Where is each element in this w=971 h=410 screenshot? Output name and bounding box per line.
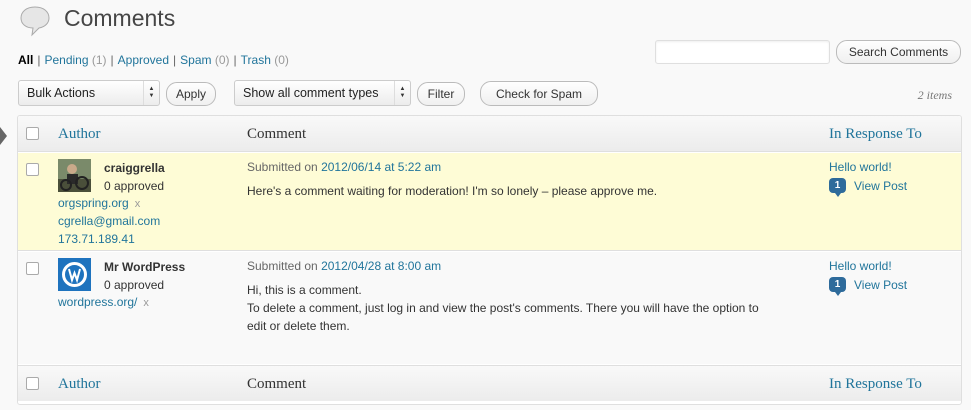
table-footer: Author Comment In Response To (18, 365, 961, 401)
submitted-label: Submitted on (247, 259, 318, 273)
view-post-link[interactable]: View Post (854, 179, 907, 193)
bulk-actions-select[interactable]: Bulk Actions ▲ ▼ (18, 80, 160, 106)
avatar (58, 159, 91, 192)
select-arrows-icon: ▲ ▼ (394, 81, 410, 105)
comment-type-select[interactable]: Show all comment types ▲ ▼ (234, 80, 411, 106)
select-arrows-icon: ▲ ▼ (143, 81, 159, 105)
author-url[interactable]: orgspring.org (58, 196, 129, 210)
select-all-checkbox[interactable] (26, 377, 39, 390)
search-comments-button[interactable]: Search Comments (836, 40, 961, 64)
submitted-label: Submitted on (247, 160, 318, 174)
comment-count-bubble-icon[interactable]: 1 (829, 178, 846, 197)
page-title: Comments (64, 5, 176, 31)
comment-line: To delete a comment, just log in and vie… (247, 301, 759, 315)
comment-row: Mr WordPress 0 approved wordpress.org/x … (18, 252, 961, 364)
apply-button[interactable]: Apply (166, 82, 216, 106)
items-count: 2 items (917, 88, 952, 102)
approved-count: 0 approved (104, 278, 165, 292)
status-approved[interactable]: Approved (118, 53, 169, 67)
comment-date-link[interactable]: 2012/06/14 at 5:22 am (321, 160, 441, 174)
pending-count: (1) (91, 53, 107, 67)
comment-status-filter: All | Pending (1) | Approved | Spam (0) | Trash … (18, 53, 289, 67)
comment-line: Hi, this is a comment. (247, 283, 362, 297)
post-title-link[interactable]: Hello world! (829, 259, 892, 273)
post-title-link[interactable]: Hello world! (829, 160, 892, 174)
row-checkbox[interactable] (26, 163, 39, 176)
filter-button[interactable]: Filter (417, 82, 465, 106)
avatar (58, 258, 91, 291)
spam-count: (0) (214, 53, 230, 67)
comment-text: Here's a comment waiting for moderation!… (247, 182, 657, 200)
submitted-info: Submitted on 2012/04/28 at 8:00 am (247, 259, 441, 273)
comment-row: craiggrella 0 approved orgspring.org x cg… (18, 153, 961, 251)
author-email[interactable]: cgrella@gmail.com (58, 214, 160, 228)
view-post: 1 View Post (829, 178, 907, 197)
table-header: Author Comment In Response To (18, 116, 961, 152)
comments-table: Author Comment In Response To craiggrell… (17, 115, 962, 405)
comment-text: Hi, this is a comment. To delete a comme… (247, 281, 759, 335)
column-comment: Comment (247, 126, 307, 142)
comment-author: craiggrella (104, 161, 165, 175)
check-spam-button[interactable]: Check for Spam (480, 81, 598, 106)
view-post: 1 View Post (829, 277, 907, 296)
comment-line: Here's a comment waiting for moderation!… (247, 184, 658, 198)
comments-icon (18, 4, 52, 41)
bulk-actions-value: Bulk Actions (27, 86, 96, 100)
submitted-info: Submitted on 2012/06/14 at 5:22 am (247, 160, 441, 174)
column-author[interactable]: Author (58, 126, 101, 143)
search-input[interactable] (655, 40, 830, 64)
comment-author: Mr WordPress (104, 260, 186, 274)
column-author[interactable]: Author (58, 376, 101, 393)
author-url[interactable]: wordpress.org/ (58, 295, 137, 309)
approved-count: 0 approved (104, 179, 165, 193)
comment-type-value: Show all comment types (243, 86, 379, 100)
collapse-arrow-icon[interactable] (0, 127, 7, 145)
status-pending[interactable]: Pending (44, 53, 88, 67)
row-checkbox[interactable] (26, 262, 39, 275)
comment-line: edit or delete them. (247, 319, 350, 333)
comment-date-link[interactable]: 2012/04/28 at 8:00 am (321, 259, 441, 273)
author-ip[interactable]: 173.71.189.41 (58, 232, 135, 246)
column-response[interactable]: In Response To (829, 376, 922, 393)
column-comment: Comment (247, 376, 307, 392)
select-all-checkbox[interactable] (26, 127, 39, 140)
comment-count-bubble-icon[interactable]: 1 (829, 277, 846, 296)
status-trash[interactable]: Trash (241, 53, 271, 67)
trash-count: (0) (274, 53, 289, 67)
status-spam[interactable]: Spam (180, 53, 211, 67)
remove-url-icon[interactable]: x (143, 297, 149, 309)
column-response[interactable]: In Response To (829, 126, 922, 143)
status-all[interactable]: All (18, 53, 33, 67)
view-post-link[interactable]: View Post (854, 278, 907, 292)
remove-url-icon[interactable]: x (135, 198, 141, 210)
